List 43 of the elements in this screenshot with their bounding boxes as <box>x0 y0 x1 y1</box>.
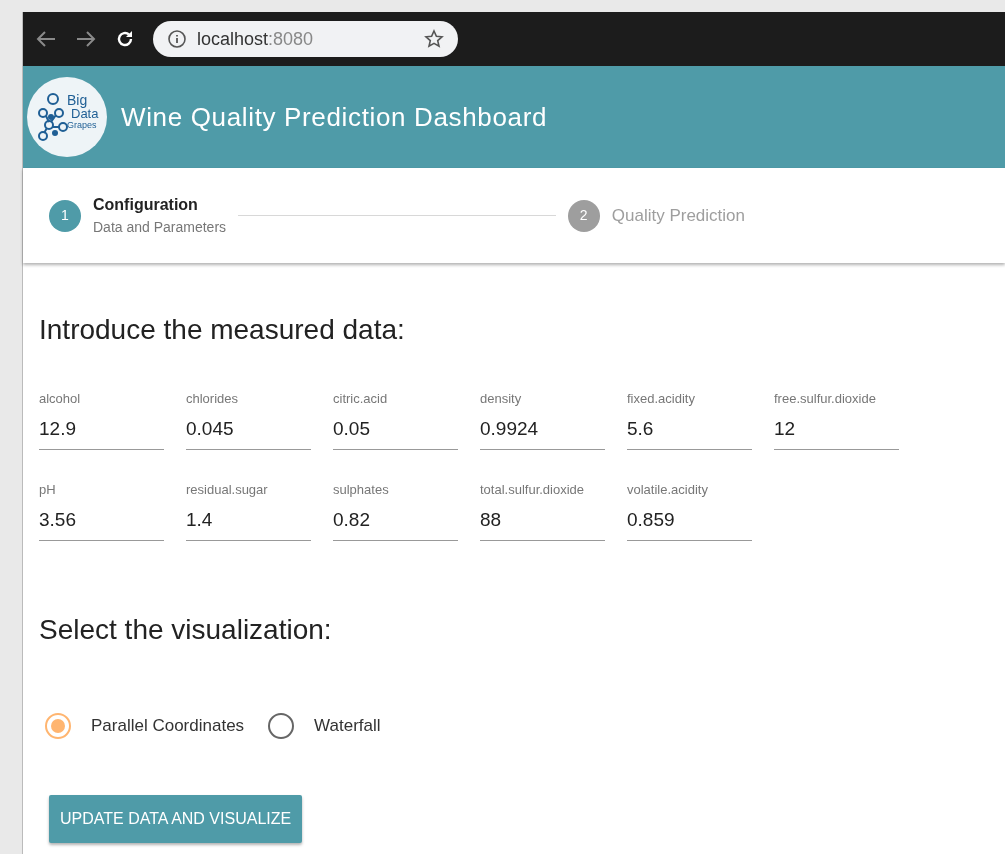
radio-button[interactable] <box>268 713 295 739</box>
logo-text: Big <box>67 93 88 107</box>
logo-text: Data <box>71 107 99 120</box>
section-heading: Introduce the measured data: <box>39 313 406 347</box>
field-label: volatile.acidity <box>627 481 709 499</box>
step-subtitle: Data and Parameters <box>93 218 227 237</box>
grape-molecule-icon <box>35 91 69 143</box>
field-label: free.sulfur.dioxide <box>774 390 877 408</box>
input-field[interactable]: 0.9924 <box>480 414 605 450</box>
field-label: fixed.acidity <box>627 390 696 408</box>
input-field[interactable]: 3.56 <box>39 505 164 541</box>
field-label: total.sulfur.dioxide <box>480 481 586 499</box>
radio-label: Waterfall <box>314 715 381 738</box>
field-label: density <box>480 390 523 408</box>
input-field[interactable]: 0.045 <box>186 414 311 450</box>
radio-button[interactable] <box>45 713 71 739</box>
info-icon <box>167 29 187 49</box>
back-icon[interactable] <box>35 30 57 48</box>
field-label: citric.acid <box>333 390 389 408</box>
step-title: Quality Prediction <box>611 204 745 227</box>
star-icon[interactable] <box>424 29 444 49</box>
field-label: alcohol <box>39 390 82 408</box>
section-heading: Select the visualization: <box>39 613 333 647</box>
url-text: localhost:8080 <box>197 27 315 51</box>
input-field[interactable]: 5.6 <box>627 414 752 450</box>
step-title: Configuration <box>93 195 199 215</box>
app-title: Wine Quality Prediction Dashboard <box>121 100 548 134</box>
field-label: sulphates <box>333 481 390 499</box>
radio-label: Parallel Coordinates <box>91 715 245 738</box>
logo-text: Grapes <box>67 121 97 130</box>
input-field[interactable]: 1.4 <box>186 505 311 541</box>
input-field[interactable]: 0.859 <box>627 505 752 541</box>
input-field[interactable]: 0.05 <box>333 414 458 450</box>
reload-icon[interactable] <box>115 29 135 49</box>
input-field[interactable]: 0.82 <box>333 505 458 541</box>
input-field[interactable]: 88 <box>480 505 605 541</box>
input-field[interactable]: 12 <box>774 414 899 450</box>
field-label: chlorides <box>186 390 240 408</box>
input-field[interactable]: 12.9 <box>39 414 164 450</box>
field-label: pH <box>39 481 57 499</box>
address-bar[interactable]: localhost:8080 <box>153 21 458 57</box>
field-label: residual.sugar <box>186 481 269 499</box>
forward-icon[interactable] <box>75 30 97 48</box>
